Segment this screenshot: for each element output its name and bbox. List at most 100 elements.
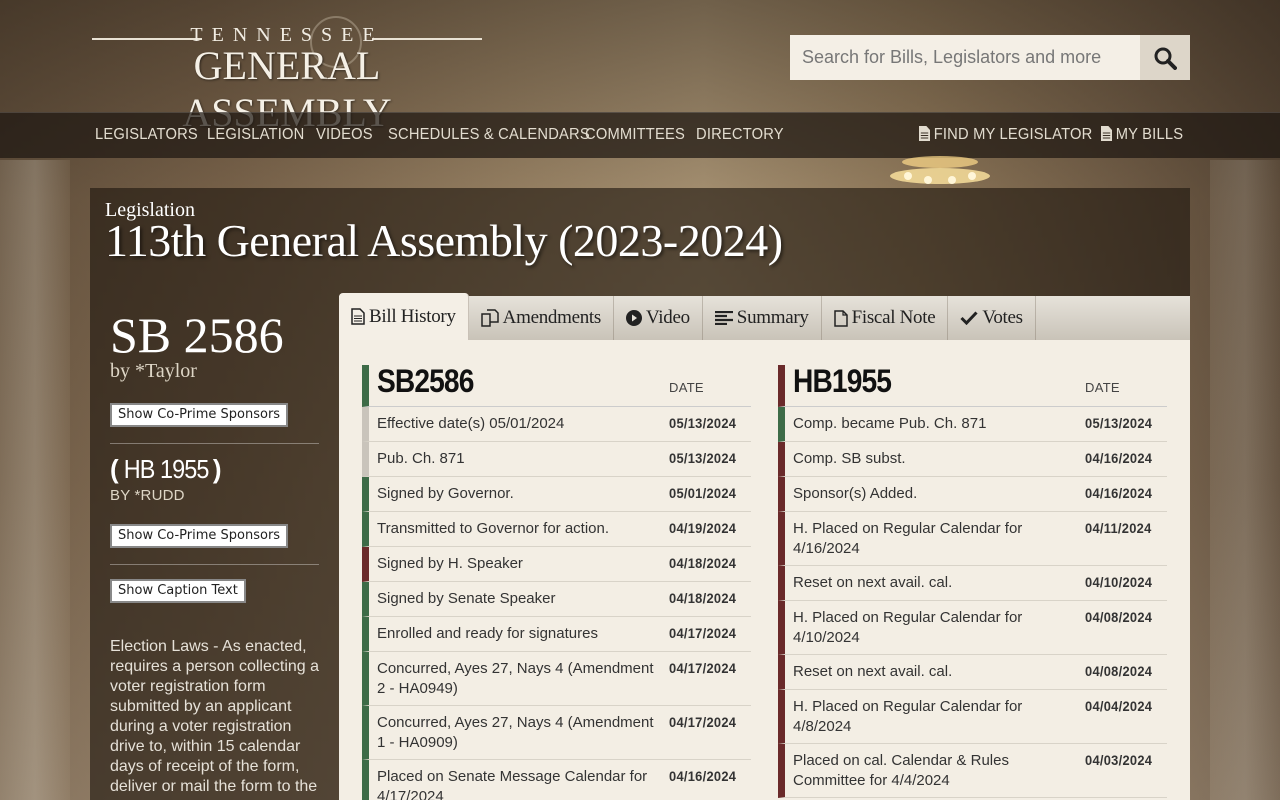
history-date: 04/16/2024 xyxy=(1085,485,1153,501)
senate-bill-title: SB2586 xyxy=(377,363,474,399)
history-row: Signed by Senate Speaker 04/18/2024 xyxy=(362,582,751,617)
history-row: Reset on next avail. cal. 04/10/2024 xyxy=(778,566,1167,601)
history-action: Enrolled and ready for signatures xyxy=(377,625,598,642)
history-row: Concurred, Ayes 27, Nays 4 (Amendment 2 … xyxy=(362,652,751,706)
tab-video[interactable]: Video xyxy=(614,296,703,340)
nav-my-bills[interactable]: MY BILLS xyxy=(1101,126,1183,144)
house-bill-title: HB1955 xyxy=(793,363,892,399)
history-action: Effective date(s) 05/01/2024 xyxy=(377,415,565,432)
date-column-header: DATE xyxy=(1085,380,1120,395)
history-row: Sponsor(s) Added. 04/16/2024 xyxy=(778,477,1167,512)
background-pillar xyxy=(1210,160,1280,800)
house-history-header: HB1955 DATE xyxy=(778,363,1167,407)
history-row: Comp. SB subst. 04/16/2024 xyxy=(778,442,1167,477)
nav-committees[interactable]: COMMITTEES xyxy=(585,126,685,144)
show-co-prime-sponsors-button[interactable]: Show Co-Prime Sponsors xyxy=(110,403,289,427)
history-date: 04/08/2024 xyxy=(1085,609,1153,625)
history-action: Signed by Senate Speaker xyxy=(377,590,556,607)
document-icon xyxy=(1101,126,1113,141)
history-date: 04/03/2024 xyxy=(1085,752,1153,768)
history-row: Pub. Ch. 871 05/13/2024 xyxy=(362,442,751,477)
nav-videos[interactable]: VIDEOS xyxy=(316,126,373,144)
history-action: Placed on cal. Calendar & Rules Committe… xyxy=(793,752,1009,789)
history-action: Concurred, Ayes 27, Nays 4 (Amendment 1 … xyxy=(377,714,654,751)
search-bar xyxy=(790,35,1190,80)
legislation-panel: Legislation 113th General Assembly (2023… xyxy=(90,188,1190,800)
chandelier-decoration xyxy=(890,156,990,184)
search-button[interactable] xyxy=(1140,35,1190,80)
history-row: Reset on next avail. cal. 04/08/2024 xyxy=(778,655,1167,690)
bill-number: SB 2586 xyxy=(110,307,284,363)
show-caption-text-button[interactable]: Show Caption Text xyxy=(110,579,246,603)
history-action: Sponsor(s) Added. xyxy=(793,485,918,502)
history-date: 04/11/2024 xyxy=(1085,520,1152,536)
file-icon xyxy=(833,309,848,327)
check-icon xyxy=(960,311,978,325)
history-action: Transmitted to Governor for action. xyxy=(377,520,610,537)
divider xyxy=(110,443,319,444)
document-icon xyxy=(351,308,365,325)
main-nav: LEGISLATORS LEGISLATION VIDEOS SCHEDULES… xyxy=(0,112,1280,158)
bill-history-content: SB2586 DATE Effective date(s) 05/01/2024… xyxy=(339,340,1190,800)
bill-tabs: Bill History Amendments Video Summary Fi… xyxy=(339,293,1190,340)
companion-bill[interactable]: (HB 1955) xyxy=(110,454,320,485)
history-row: Concurred, Ayes 27, Nays 4 (Amendment 1 … xyxy=(362,706,751,760)
document-icon xyxy=(919,126,931,141)
history-date: 05/13/2024 xyxy=(1085,415,1153,431)
history-action: Signed by Governor. xyxy=(377,485,514,502)
site-header: TENNESSEE GENERAL ASSEMBLY xyxy=(0,0,1280,135)
search-input[interactable] xyxy=(790,35,1140,80)
history-date: 04/19/2024 xyxy=(669,520,737,536)
history-action: H. Placed on Regular Calendar for 4/8/20… xyxy=(793,698,1023,735)
nav-directory[interactable]: DIRECTORY xyxy=(696,126,784,144)
background-pillar xyxy=(0,160,70,800)
history-row: Effective date(s) 05/01/2024 05/13/2024 xyxy=(362,407,751,442)
nav-legislation[interactable]: LEGISLATION xyxy=(207,126,304,144)
show-co-prime-sponsors-button-companion[interactable]: Show Co-Prime Sponsors xyxy=(110,524,289,548)
history-action: Comp. became Pub. Ch. 871 xyxy=(793,415,987,432)
history-action: H. Placed on Regular Calendar for 4/16/2… xyxy=(793,520,1023,557)
bill-sponsor: by *Taylor xyxy=(110,360,197,382)
history-date: 04/16/2024 xyxy=(1085,450,1153,466)
history-action: Signed by H. Speaker xyxy=(377,555,523,572)
tab-votes[interactable]: Votes xyxy=(948,296,1036,340)
history-date: 04/17/2024 xyxy=(669,714,737,730)
history-date: 05/01/2024 xyxy=(669,485,737,501)
history-action: Pub. Ch. 871 xyxy=(377,450,465,467)
companion-sponsor: BY *RUDD xyxy=(110,487,185,504)
history-row: H. Placed on Regular Calendar for 4/8/20… xyxy=(778,690,1167,744)
align-left-icon xyxy=(714,311,733,325)
bill-sidebar: SB 2586 by *Taylor Show Co-Prime Sponsor… xyxy=(110,310,320,797)
history-date: 04/08/2024 xyxy=(1085,663,1153,679)
companion-bill-number: HB 1955 xyxy=(123,454,209,484)
history-date: 04/18/2024 xyxy=(669,590,737,606)
date-column-header: DATE xyxy=(669,380,704,395)
history-row: Placed on cal. Calendar & Rules Committe… xyxy=(778,744,1167,798)
nav-schedules-calendars[interactable]: SCHEDULES & CALENDARS xyxy=(388,126,590,144)
senate-history-rows: Effective date(s) 05/01/2024 05/13/2024 Pu… xyxy=(362,407,751,800)
history-date: 04/18/2024 xyxy=(669,555,737,571)
nav-legislators[interactable]: LEGISLATORS xyxy=(95,126,198,144)
history-action: Concurred, Ayes 27, Nays 4 (Amendment 2 … xyxy=(377,660,654,697)
history-row: Transmitted to Governor for action. 04/19… xyxy=(362,512,751,547)
page-title: 113th General Assembly (2023-2024) xyxy=(105,215,783,266)
history-date: 05/13/2024 xyxy=(669,450,737,466)
copy-icon xyxy=(480,309,499,327)
tab-fiscal-note[interactable]: Fiscal Note xyxy=(822,296,949,340)
bill-caption: Election Laws - As enacted, requires a p… xyxy=(110,638,320,795)
tab-amendments[interactable]: Amendments xyxy=(469,296,614,340)
history-row: H. Placed on Regular Calendar for 4/16/2… xyxy=(778,512,1167,566)
house-history-rows: Comp. became Pub. Ch. 871 05/13/2024 Comp.… xyxy=(778,407,1167,798)
history-row: Signed by H. Speaker 04/18/2024 xyxy=(362,547,751,582)
history-action: Reset on next avail. cal. xyxy=(793,663,953,680)
history-action: Placed on Senate Message Calendar for 4/… xyxy=(377,768,648,800)
history-action: Comp. SB subst. xyxy=(793,450,906,467)
house-history: HB1955 DATE Comp. became Pub. Ch. 871 05/… xyxy=(778,363,1167,798)
history-date: 04/04/2024 xyxy=(1085,698,1153,714)
tab-summary[interactable]: Summary xyxy=(703,296,822,340)
history-date: 05/13/2024 xyxy=(669,415,737,431)
site-logo[interactable]: TENNESSEE GENERAL ASSEMBLY xyxy=(92,16,482,135)
history-row: H. Placed on Regular Calendar for 4/10/2… xyxy=(778,601,1167,655)
history-date: 04/16/2024 xyxy=(669,768,737,784)
tab-bill-history[interactable]: Bill History xyxy=(339,293,469,340)
